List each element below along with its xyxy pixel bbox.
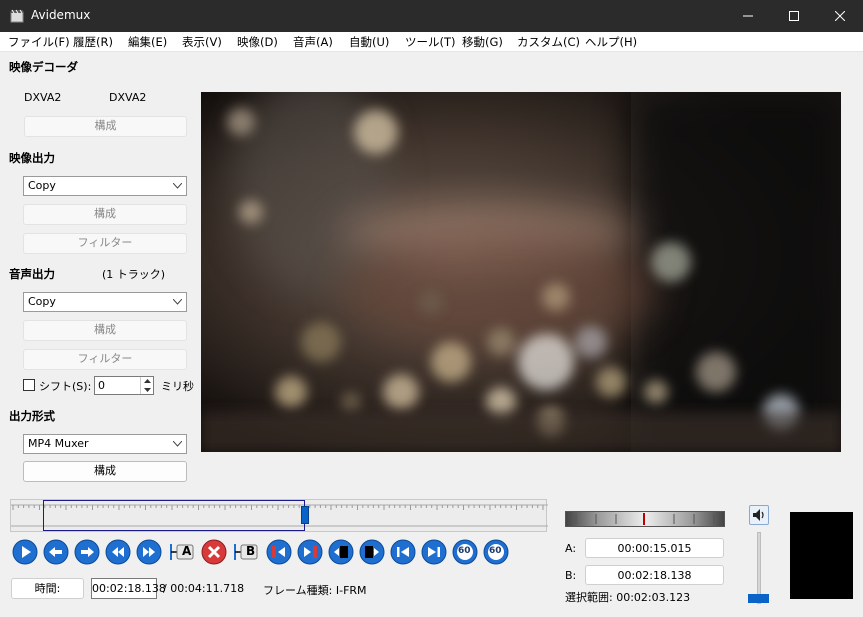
- chevron-down-icon: [173, 441, 182, 447]
- muxer-config-button[interactable]: 構成: [23, 461, 187, 482]
- menu-bar: ファイル(F) 履歴(R) 編集(E) 表示(V) 映像(D) 音声(A) 自動…: [0, 32, 863, 52]
- timeline-playhead[interactable]: [300, 506, 309, 524]
- delete-selection-button[interactable]: [201, 539, 227, 565]
- menu-custom[interactable]: カスタム(C): [517, 34, 580, 50]
- frame-type: フレーム種類: I-FRM: [263, 584, 367, 597]
- title-bar: Avidemux: [0, 0, 863, 32]
- goto-marker-a-button[interactable]: [266, 539, 292, 565]
- window-title: Avidemux: [31, 8, 91, 22]
- goto-first-frame-button[interactable]: [390, 539, 416, 565]
- close-button[interactable]: [817, 0, 863, 32]
- audio-track-count: (1 トラック): [102, 268, 166, 281]
- marker-b-time[interactable]: 00:02:18.138: [585, 565, 724, 585]
- stepper-arrows-icon: [144, 379, 151, 392]
- menu-video[interactable]: 映像(D): [237, 34, 278, 50]
- minimize-button[interactable]: [725, 0, 771, 32]
- menu-help[interactable]: ヘルプ(H): [585, 34, 637, 50]
- shift-stepper[interactable]: 0: [94, 376, 154, 395]
- video-filter-button[interactable]: フィルター: [23, 233, 187, 254]
- menu-edit[interactable]: 編集(E): [128, 34, 167, 50]
- back-60s-label: 60: [458, 546, 471, 556]
- back-60s-button[interactable]: 60: [452, 539, 478, 565]
- decoder-name-right: DXVA2: [109, 91, 147, 104]
- video-codec-value: Copy: [28, 179, 56, 192]
- timeline-slider[interactable]: [10, 499, 548, 532]
- chevron-down-icon: [173, 183, 182, 189]
- volume-slider-thumb[interactable]: [748, 593, 769, 603]
- play-button[interactable]: [12, 539, 38, 565]
- menu-tools[interactable]: ツール(T): [405, 34, 456, 50]
- selection-range: 選択範囲: 00:02:03.123: [565, 591, 691, 604]
- decoder-name-left: DXVA2: [24, 91, 62, 104]
- previous-frame-button[interactable]: [43, 539, 69, 565]
- output-format-title: 出力形式: [9, 409, 55, 423]
- output-preview-thumbnail: [790, 512, 853, 599]
- muxer-select[interactable]: MP4 Muxer: [23, 434, 187, 454]
- maximize-button[interactable]: [771, 0, 817, 32]
- audio-output-title: 音声出力: [9, 267, 55, 281]
- audio-config-button[interactable]: 構成: [23, 320, 187, 341]
- muxer-value: MP4 Muxer: [28, 437, 89, 450]
- video-config-button[interactable]: 構成: [23, 204, 187, 225]
- menu-go[interactable]: 移動(G): [462, 34, 503, 50]
- menu-auto[interactable]: 自動(U): [349, 34, 389, 50]
- current-time-input[interactable]: 00:02:18.138: [91, 578, 166, 599]
- video-decoder-title: 映像デコーダ: [9, 60, 78, 74]
- video-output-title: 映像出力: [9, 151, 55, 165]
- video-preview: [201, 92, 841, 452]
- app-icon: [10, 9, 24, 23]
- stepper-arrows[interactable]: [140, 377, 153, 394]
- set-marker-a-button[interactable]: A: [168, 541, 196, 563]
- menu-file[interactable]: ファイル(F): [8, 34, 70, 50]
- volume-button[interactable]: [749, 505, 769, 525]
- shift-value: 0: [98, 379, 105, 392]
- marker-b-label: B:: [565, 569, 577, 582]
- timeline-selection: [43, 500, 305, 531]
- previous-keyframe-button[interactable]: [105, 539, 131, 565]
- goto-last-frame-button[interactable]: [421, 539, 447, 565]
- next-black-frame-button[interactable]: [359, 539, 385, 565]
- goto-marker-b-button[interactable]: [297, 539, 323, 565]
- video-codec-select[interactable]: Copy: [23, 176, 187, 196]
- forward-60s-label: 60: [489, 546, 502, 556]
- menu-history[interactable]: 履歴(R): [73, 34, 113, 50]
- next-frame-button[interactable]: [74, 539, 100, 565]
- marker-a-time[interactable]: 00:00:15.015: [585, 538, 724, 558]
- video-frame-image: [201, 92, 841, 452]
- total-duration: / 00:04:11.718: [163, 582, 245, 595]
- speaker-icon: [753, 509, 764, 521]
- marker-b-letter: B: [246, 544, 256, 558]
- marker-a-letter: A: [182, 544, 192, 558]
- jog-shuttle-ticks: [575, 513, 715, 525]
- previous-black-frame-button[interactable]: [328, 539, 354, 565]
- decoder-config-button[interactable]: 構成: [24, 116, 187, 137]
- set-marker-b-button[interactable]: B: [232, 541, 260, 563]
- chevron-down-icon: [173, 299, 182, 305]
- marker-a-label: A:: [565, 542, 577, 555]
- shift-label: シフト(S):: [39, 380, 92, 393]
- audio-filter-button[interactable]: フィルター: [23, 349, 187, 370]
- shift-unit: ミリ秒: [161, 380, 194, 393]
- forward-60s-button[interactable]: 60: [483, 539, 509, 565]
- shift-checkbox[interactable]: [23, 379, 35, 391]
- menu-view[interactable]: 表示(V): [182, 34, 222, 50]
- audio-codec-value: Copy: [28, 295, 56, 308]
- time-mode-button[interactable]: 時間:: [11, 578, 84, 599]
- audio-codec-select[interactable]: Copy: [23, 292, 187, 312]
- jog-shuttle[interactable]: [565, 511, 725, 527]
- next-keyframe-button[interactable]: [136, 539, 162, 565]
- menu-audio[interactable]: 音声(A): [293, 34, 333, 50]
